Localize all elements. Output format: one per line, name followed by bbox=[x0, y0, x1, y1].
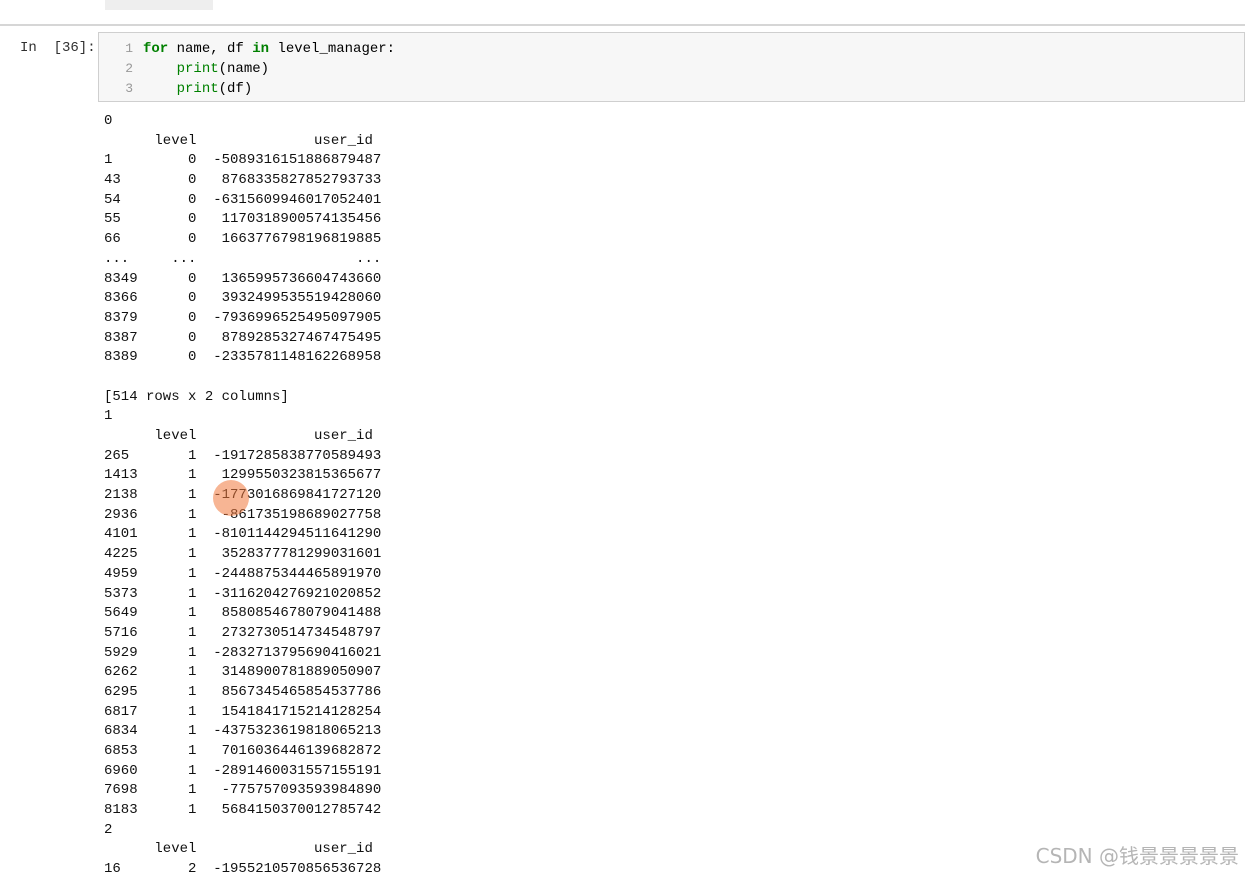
line-number: 1 bbox=[125, 41, 133, 56]
output-line: 265 1 -1917285838770589493 bbox=[104, 447, 382, 464]
watermark: CSDN @钱景景景景景 bbox=[1035, 844, 1239, 868]
output-line: 0 bbox=[104, 113, 113, 129]
output-line: 6960 1 -2891460031557155191 bbox=[104, 762, 382, 779]
output-line: 1 0 -5089316151886879487 bbox=[104, 152, 382, 169]
output-line: 6853 1 7016036446139682872 bbox=[104, 743, 382, 759]
output-line: 66 0 1663776798196819885 bbox=[104, 231, 382, 248]
code-line: for name, df in level_manager: bbox=[143, 39, 395, 59]
code-token: name, df bbox=[168, 41, 253, 57]
output-line: 8389 0 -2335781148162268958 bbox=[104, 349, 382, 366]
previous-cell-stub bbox=[105, 0, 213, 10]
output-line: 4225 1 3528377781299031601 bbox=[104, 546, 382, 563]
output-line: 5929 1 -2832713795690416021 bbox=[104, 644, 382, 661]
code-line: print(df) bbox=[143, 79, 395, 99]
output-line: 54 0 -6315609946017052401 bbox=[104, 191, 382, 208]
code-token: level_manager: bbox=[269, 41, 396, 57]
output-line: 2 bbox=[104, 821, 113, 838]
builtin-token: print bbox=[176, 61, 219, 77]
output-line: 1 bbox=[104, 408, 113, 425]
output-line: level user_id bbox=[104, 841, 373, 858]
output-line: level user_id bbox=[104, 132, 373, 149]
output-line: level user_id bbox=[104, 428, 373, 444]
code-editor[interactable]: for name, df in level_manager: print(nam… bbox=[143, 39, 395, 99]
output-line: 5649 1 8580854678079041488 bbox=[104, 605, 382, 622]
mouse-cursor-highlight bbox=[213, 480, 249, 516]
output-line: 8183 1 5684150370012785742 bbox=[104, 802, 382, 819]
line-number: 3 bbox=[125, 81, 133, 96]
output-line: 8387 0 8789285327467475495 bbox=[104, 329, 382, 346]
builtin-token: print bbox=[176, 81, 219, 97]
output-line: ... ... ... bbox=[104, 250, 382, 267]
output-line: 5716 1 2732730514734548797 bbox=[104, 624, 382, 641]
output-line: 55 0 1170318900574135456 bbox=[104, 211, 382, 228]
output-line: 8349 0 1365995736604743660 bbox=[104, 270, 382, 287]
keyword-token: for bbox=[143, 41, 169, 57]
output-line: 6262 1 3148900781889050907 bbox=[104, 664, 382, 681]
line-number: 2 bbox=[125, 61, 133, 76]
output-line: 6834 1 -4375323619818065213 bbox=[104, 723, 382, 740]
cell-separator bbox=[0, 24, 1245, 26]
input-prompt: In [36]: bbox=[20, 40, 96, 56]
code-token: (name) bbox=[218, 61, 270, 77]
output-line: 4101 1 -8101144294511641290 bbox=[104, 526, 382, 543]
output-line: [514 rows x 2 columns] bbox=[104, 388, 289, 405]
code-input-area[interactable]: 1 2 3 for name, df in level_manager: print… bbox=[98, 32, 1245, 102]
code-token: (df) bbox=[218, 81, 253, 97]
output-line: 43 0 8768335827852793733 bbox=[104, 172, 382, 189]
output-line: 6817 1 1541841715214128254 bbox=[104, 703, 382, 720]
output-line: 8366 0 3932499535519428060 bbox=[104, 290, 382, 307]
output-line: 5373 1 -3116204276921020852 bbox=[104, 585, 382, 602]
line-number-gutter: 1 2 3 bbox=[99, 39, 133, 99]
output-line: 16 2 -1955210570856536728 bbox=[104, 861, 382, 878]
code-line: print(name) bbox=[143, 59, 395, 79]
output-line: 7698 1 -775757093593984890 bbox=[104, 782, 382, 799]
keyword-token: in bbox=[252, 41, 270, 57]
output-line: 6295 1 8567345465854537786 bbox=[104, 683, 382, 700]
output-line: 4959 1 -2448875344465891970 bbox=[104, 565, 382, 582]
output-line: 8379 0 -7936996525495097905 bbox=[104, 309, 382, 326]
output-line: 1413 1 1299550323815365677 bbox=[104, 467, 382, 484]
